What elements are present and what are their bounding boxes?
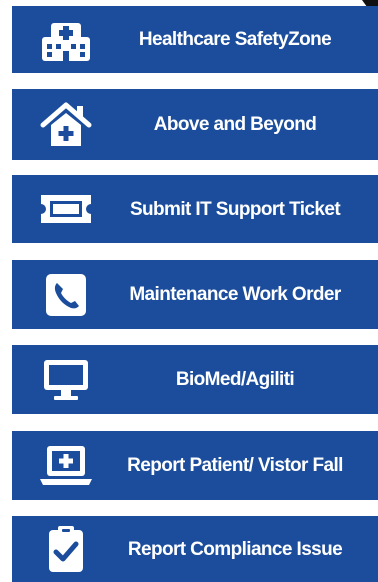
button-label: Healthcare SafetyZone (138, 29, 332, 50)
above-and-beyond-button[interactable]: Above and Beyond (12, 89, 378, 160)
laptop-medical-icon (38, 441, 94, 491)
monitor-icon (38, 355, 94, 405)
button-label: Submit IT Support Ticket (129, 198, 341, 220)
report-patient-visitor-fall-button[interactable]: Report Patient/ Vistor Fall (12, 431, 378, 500)
maintenance-work-order-button[interactable]: Maintenance Work Order (12, 260, 378, 329)
biomed-agiliti-button[interactable]: BioMed/Agiliti (12, 345, 378, 414)
healthcare-safetyzone-button[interactable]: Healthcare SafetyZone (12, 6, 378, 73)
hospital-building-icon (38, 15, 94, 65)
house-plus-icon (38, 100, 94, 150)
button-label: Above and Beyond (153, 114, 317, 135)
button-label: Report Compliance Issue (127, 538, 343, 560)
button-label: Maintenance Work Order (129, 284, 341, 305)
report-compliance-issue-button[interactable]: Report Compliance Issue (12, 516, 378, 582)
submit-it-support-ticket-button[interactable]: Submit IT Support Ticket (12, 175, 378, 243)
button-label: Report Patient/ Vistor Fall (127, 455, 343, 476)
clipboard-check-icon (38, 524, 94, 574)
phone-icon (38, 270, 94, 320)
ticket-icon (38, 184, 94, 234)
button-label: BioMed/Agiliti (175, 369, 295, 390)
